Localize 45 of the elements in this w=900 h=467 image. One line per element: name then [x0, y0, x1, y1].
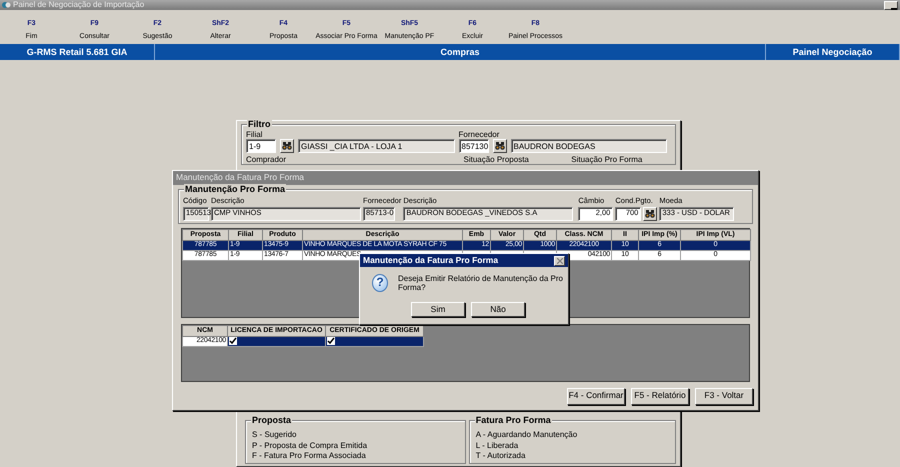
group-legend: Proposta	[251, 415, 292, 426]
message-text: Deseja Emitir Relatório de Manutenção da Pro Forma?	[398, 274, 564, 292]
close-button[interactable]	[554, 256, 565, 266]
legend-item: S - Sugerido	[252, 430, 298, 440]
group-legend: Manutenção Pro Forma	[184, 184, 286, 194]
checkbox[interactable]	[327, 337, 335, 345]
dialog-button[interactable]: Não	[471, 302, 525, 318]
dialog-button[interactable]: F5 - Relatório	[631, 388, 689, 405]
dialog-button[interactable]: F4 - Confirmar	[567, 388, 625, 405]
status-segment: Compras	[155, 44, 766, 60]
field-label: Comprador	[246, 155, 288, 164]
app-icon	[2, 1, 11, 9]
legend-item: L - Liberada	[476, 440, 520, 450]
code-field[interactable]: 857130	[458, 139, 488, 154]
message-box-title: Manutenção da Fatura Pro Forma	[363, 256, 498, 266]
description-field: BAUDRON BODEGAS	[510, 139, 667, 154]
lookup-button[interactable]	[643, 206, 658, 221]
binoculars-icon	[645, 210, 656, 218]
binoculars-icon	[494, 142, 504, 150]
dialog-button[interactable]: F3 - Voltar	[695, 388, 753, 405]
dialog-title: Manutenção da Fatura Pro Forma	[173, 171, 758, 185]
legend-item: P - Proposta de Compra Emitida	[252, 440, 368, 450]
window-title: Painel de Negociação de Importação	[13, 0, 144, 10]
field-label: Fornecedor	[458, 130, 500, 140]
legend-item: A - Aguardando Manutenção	[476, 430, 578, 440]
legend-item: T - Autorizada	[476, 450, 526, 460]
field-label: Situação Proposta	[463, 155, 530, 164]
legend-item: F - Fatura Pro Forma Associada	[252, 450, 367, 460]
close-icon	[556, 258, 562, 264]
status-segment: Painel Negociação	[766, 44, 900, 60]
description-field: GIASSI _CIA LTDA - LOJA 1	[298, 139, 454, 154]
group-legend: Fatura Pro Forma	[474, 415, 552, 426]
checkbox[interactable]	[229, 337, 237, 345]
minimize-button[interactable]	[884, 0, 898, 10]
lookup-button[interactable]	[280, 139, 294, 154]
binoculars-icon	[282, 142, 292, 150]
field-label: Situação Pro Forma	[571, 155, 644, 164]
group-legend: Filtro	[247, 119, 272, 130]
lookup-button[interactable]	[492, 139, 506, 154]
dialog-button[interactable]: Sim	[411, 302, 465, 318]
field-label: Filial	[246, 130, 264, 140]
minimize-icon	[891, 8, 897, 10]
status-segment: G-RMS Retail 5.681 GIA	[0, 44, 155, 60]
question-icon: ?	[372, 274, 388, 292]
code-field[interactable]: 1-9	[246, 139, 276, 154]
